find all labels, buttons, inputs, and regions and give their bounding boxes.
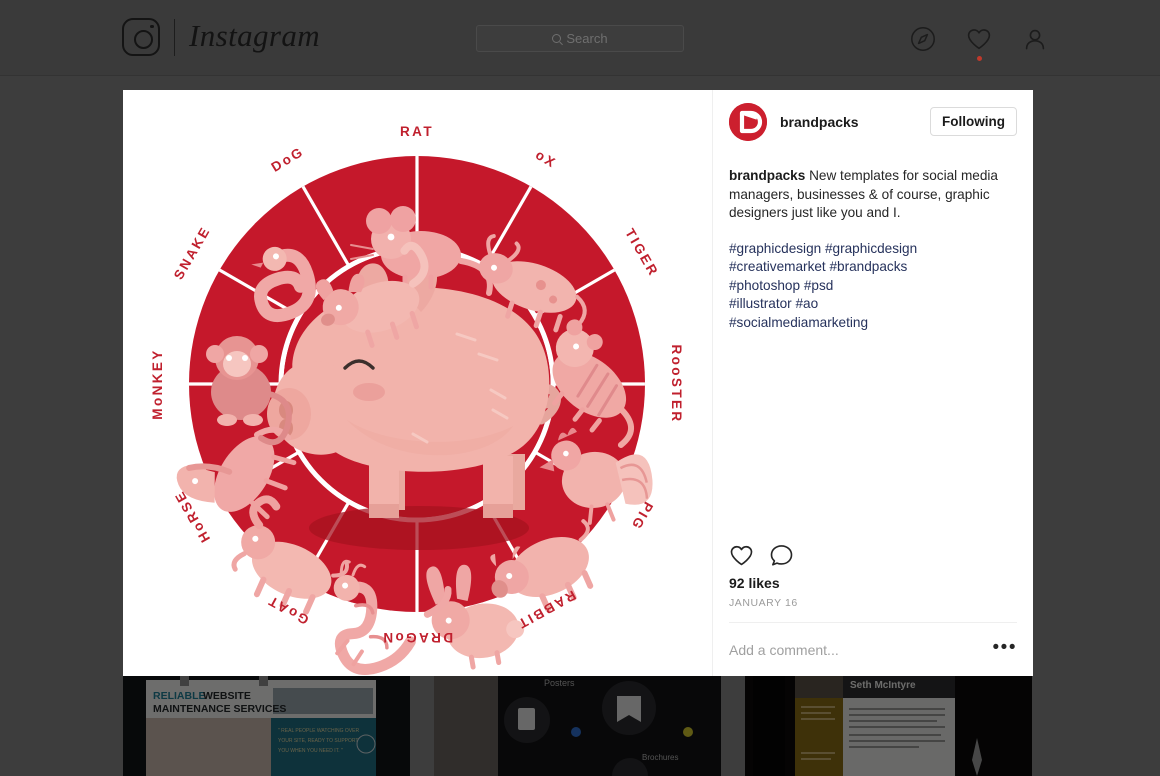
svg-text:YOUR SITE, READY TO SUPPORT: YOUR SITE, READY TO SUPPORT — [278, 738, 358, 744]
post-caption: brandpacks New templates for social medi… — [729, 167, 1017, 223]
post-header: brandpacks Following — [713, 90, 1033, 153]
post-detail-panel: brandpacks Following brandpacks New temp… — [712, 90, 1033, 676]
search-icon — [552, 34, 561, 43]
zodiac-label-dragon: DRAGoN — [381, 630, 453, 645]
comment-bubble-icon[interactable] — [769, 543, 794, 568]
heart-outline-icon[interactable] — [729, 543, 754, 568]
top-navigation-bar: Instagram Search — [0, 0, 1160, 76]
zodiac-label-rooster: RooSTER — [669, 344, 684, 423]
post-hashtags: #graphicdesign #graphicdesign #creativem… — [729, 240, 1017, 333]
svg-text:Seth McIntyre: Seth McIntyre — [850, 680, 916, 691]
svg-text:YOU WHEN YOU NEED IT. ": YOU WHEN YOU NEED IT. " — [278, 748, 343, 754]
background-post-grid: RELIABLE WEBSITE MAINTENANCE SERVICES " … — [123, 672, 1033, 776]
search-input[interactable]: Search — [476, 25, 684, 52]
more-options-icon[interactable]: ••• — [993, 638, 1017, 662]
hashtag-line[interactable]: #photoshop #psd — [729, 277, 1017, 296]
comment-input-row[interactable]: Add a comment... ••• — [729, 622, 1017, 676]
thumb-website-maintenance[interactable]: RELIABLE WEBSITE MAINTENANCE SERVICES " … — [123, 672, 410, 776]
svg-text:WEBSITE: WEBSITE — [203, 690, 251, 702]
thumb-print-icons[interactable]: Posters Brochures — [434, 672, 721, 776]
zodiac-label-monkey: MoNKEY — [150, 348, 165, 419]
svg-text:MAINTENANCE SERVICES: MAINTENANCE SERVICES — [153, 703, 286, 715]
zodiac-label-rat: RAT — [400, 124, 434, 139]
hashtag-line[interactable]: #illustrator #ao — [729, 295, 1017, 314]
instagram-wordmark[interactable]: Instagram — [189, 20, 320, 54]
svg-text:Brochures: Brochures — [642, 753, 678, 762]
hashtag-line[interactable]: #graphicdesign #graphicdesign — [729, 240, 1017, 259]
following-button[interactable]: Following — [930, 107, 1017, 137]
svg-text:" REAL PEOPLE WATCHING OVER: " REAL PEOPLE WATCHING OVER — [278, 728, 359, 734]
search-placeholder: Search — [566, 31, 607, 46]
post-actions: 92 likes JANUARY 16 Add a comment... ••• — [713, 531, 1033, 676]
post-caption-area: brandpacks New templates for social medi… — [713, 153, 1033, 531]
add-comment-input[interactable]: Add a comment... — [729, 642, 839, 658]
hashtag-line[interactable]: #socialmediamarketing — [729, 314, 1017, 333]
instagram-camera-icon[interactable] — [122, 18, 160, 56]
post-image-zodiac-wheel[interactable]: RAT oX TIGER RooSTER PIG RABBIT DRAGoN G… — [123, 90, 712, 676]
activity-notification-dot — [977, 56, 982, 61]
post-action-icons — [729, 531, 1017, 575]
brandpacks-logo-avatar[interactable] — [729, 103, 767, 141]
post-modal: RAT oX TIGER RooSTER PIG RABBIT DRAGoN G… — [123, 90, 1033, 676]
hashtag-line[interactable]: #creativemarket #brandpacks — [729, 258, 1017, 277]
explore-compass-icon[interactable] — [910, 26, 936, 52]
zodiac-wheel-graphic: RAT oX TIGER RooSTER PIG RABBIT DRAGoN G… — [123, 90, 712, 676]
logo-divider — [174, 19, 175, 56]
profile-person-icon[interactable] — [1022, 26, 1048, 52]
caption-author[interactable]: brandpacks — [729, 168, 805, 183]
thumb-resume-mcintyre[interactable]: Seth McIntyre — [745, 672, 1032, 776]
svg-text:RELIABLE: RELIABLE — [153, 690, 206, 702]
post-date: JANUARY 16 — [729, 597, 1017, 622]
instagram-logo-group[interactable]: Instagram — [122, 18, 320, 56]
post-username[interactable]: brandpacks — [780, 114, 930, 130]
svg-text:Posters: Posters — [544, 678, 575, 688]
nav-icon-group — [910, 26, 1048, 52]
activity-heart-icon[interactable] — [966, 26, 992, 52]
likes-count[interactable]: 92 likes — [729, 575, 1017, 597]
